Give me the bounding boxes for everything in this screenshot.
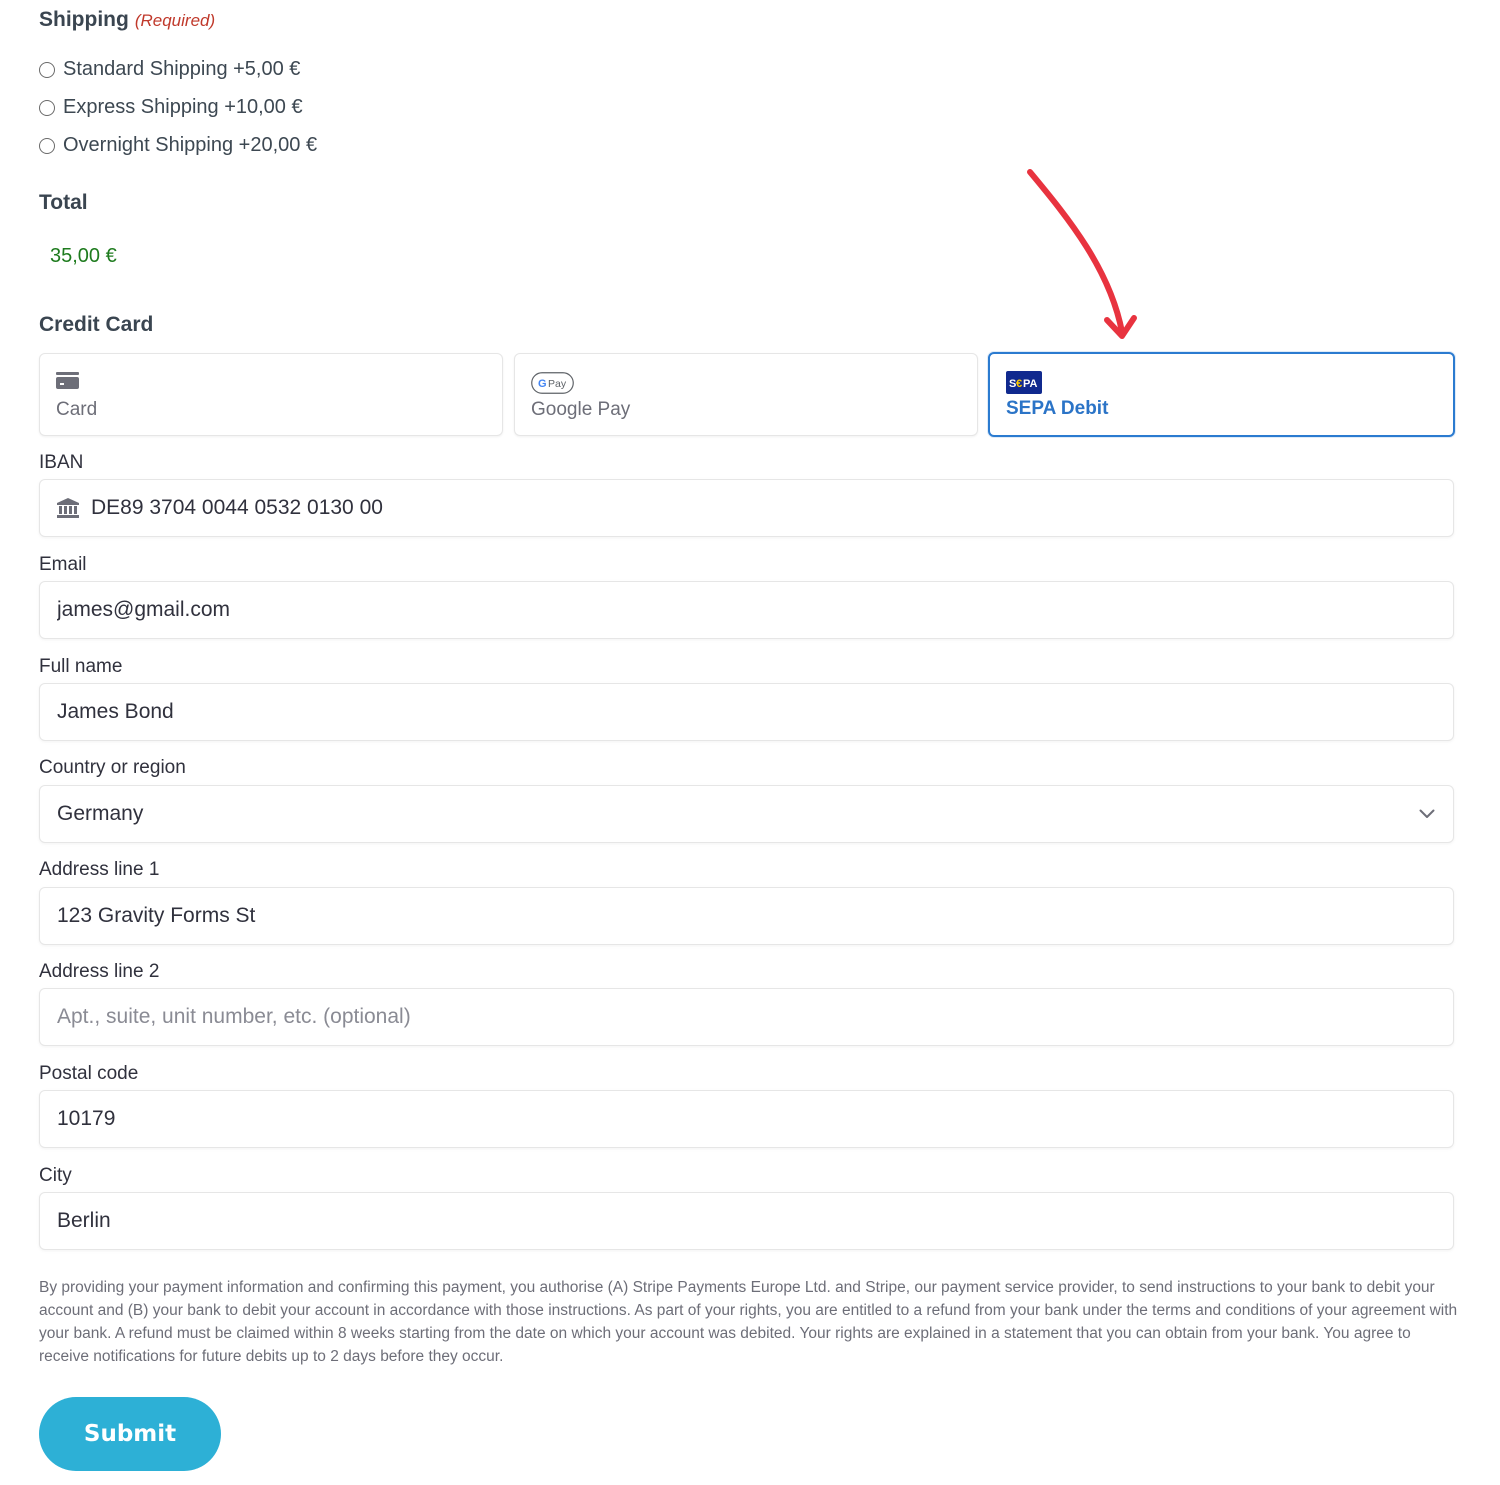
iban-input[interactable] (91, 496, 1453, 520)
bank-icon (57, 498, 79, 518)
shipping-heading: Shipping (Required) (39, 8, 215, 32)
city-label: City (39, 1165, 72, 1186)
city-field[interactable] (39, 1192, 1454, 1250)
annotation-arrow-icon (1027, 169, 1137, 339)
sepa-mandate-text: By providing your payment information an… (39, 1279, 1458, 1365)
full-name-label: Full name (39, 656, 123, 677)
shipping-option-label: Overnight Shipping +20,00 € (63, 134, 318, 156)
address2-field[interactable] (39, 988, 1454, 1046)
shipping-option-label: Standard Shipping +5,00 € (63, 58, 301, 80)
sepa-icon: S € PA (1006, 371, 1042, 399)
full-name-field[interactable] (39, 683, 1454, 741)
chevron-down-icon (1419, 806, 1435, 824)
radio-button[interactable] (39, 61, 55, 78)
full-name-input[interactable] (57, 700, 1453, 724)
shipping-option-label: Express Shipping +10,00 € (63, 96, 303, 118)
address2-label: Address line 2 (39, 961, 160, 982)
radio-button[interactable] (39, 99, 55, 116)
country-value: Germany (57, 802, 144, 825)
address1-input[interactable] (57, 904, 1453, 928)
address1-label: Address line 1 (39, 859, 160, 880)
country-label: Country or region (39, 757, 186, 778)
postal-code-label: Postal code (39, 1063, 139, 1084)
payment-tab-sepa-debit[interactable]: S € PA SEPA Debit (988, 352, 1455, 437)
required-indicator: (Required) (134, 11, 216, 30)
shipping-title: Shipping (39, 8, 129, 31)
total-heading: Total (39, 191, 88, 214)
shipping-option-standard[interactable]: Standard Shipping +5,00 € (39, 58, 300, 81)
payment-tab-google-pay[interactable]: G Pay Google Pay (514, 353, 978, 436)
svg-text:€: € (1016, 378, 1022, 390)
payment-tab-card[interactable]: Card (39, 353, 503, 436)
iban-field[interactable] (39, 479, 1454, 537)
shipping-option-express[interactable]: Express Shipping +10,00 € (39, 96, 303, 119)
email-label: Email (39, 554, 87, 575)
address1-field[interactable] (39, 887, 1454, 945)
total-value: 35,00 € (50, 245, 117, 267)
credit-card-icon (56, 372, 79, 394)
payment-heading: Credit Card (39, 313, 154, 336)
svg-text:PA: PA (1023, 378, 1038, 390)
email-field[interactable] (39, 581, 1454, 639)
country-select[interactable]: Germany (39, 785, 1454, 843)
email-input[interactable] (57, 598, 1453, 622)
shipping-option-overnight[interactable]: Overnight Shipping +20,00 € (39, 134, 317, 157)
iban-label: IBAN (39, 452, 84, 473)
postal-code-input[interactable] (57, 1107, 1453, 1131)
svg-text:Pay: Pay (548, 378, 567, 390)
payment-tab-label: SEPA Debit (1006, 398, 1109, 419)
address2-input[interactable] (57, 1005, 1453, 1029)
payment-tab-label: Card (56, 399, 98, 420)
submit-button[interactable]: Submit (39, 1397, 221, 1471)
payment-tab-label: Google Pay (531, 399, 631, 420)
postal-code-field[interactable] (39, 1090, 1454, 1148)
google-pay-icon: G Pay (531, 372, 574, 399)
svg-text:G: G (538, 378, 547, 390)
city-input[interactable] (57, 1209, 1453, 1233)
radio-button[interactable] (39, 137, 55, 154)
